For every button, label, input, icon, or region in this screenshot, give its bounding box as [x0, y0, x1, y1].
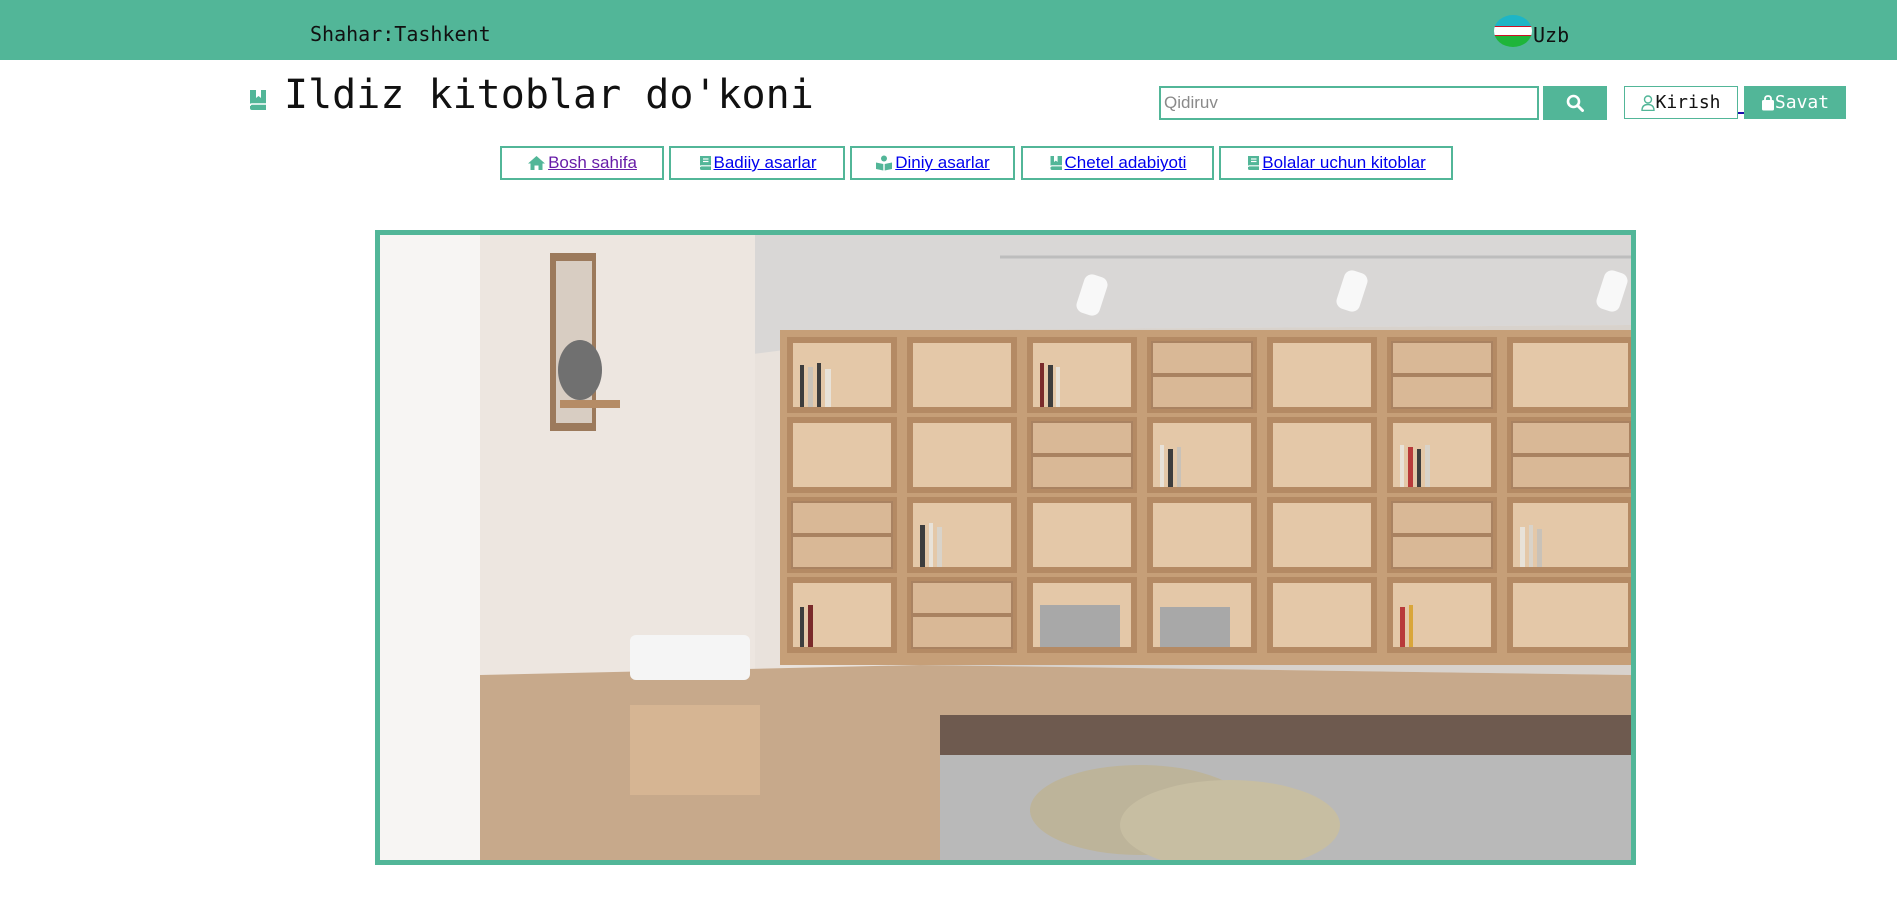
login-button[interactable]: Kirish [1624, 86, 1738, 119]
nav-home-label: Bosh sahifa [548, 153, 637, 172]
hero-image-frame [375, 230, 1636, 865]
search-button[interactable] [1543, 86, 1607, 120]
nav-religious[interactable]: Diniy asarlar [850, 146, 1015, 180]
user-icon [1641, 94, 1656, 111]
shopping-bag-icon [1761, 94, 1774, 110]
site-title: Ildiz kitoblar do'koni [284, 72, 814, 118]
nav-foreign-literature[interactable]: Chetel adabiyoti [1021, 146, 1214, 180]
city-label: Shahar:Tashkent [310, 22, 491, 46]
language-selector[interactable]: Uzb [1494, 11, 1569, 47]
cart-label: Savat [1774, 92, 1830, 113]
language-label: Uzb [1533, 23, 1570, 47]
top-bar: Shahar:Tashkent Uzb [0, 0, 1897, 60]
uzbekistan-flag-icon [1494, 15, 1532, 47]
nav-fiction-label: Badiiy asarlar [713, 153, 817, 172]
book-reader-icon [876, 155, 893, 171]
search-icon [1566, 94, 1584, 112]
home-icon [528, 156, 546, 170]
nav-children-books[interactable]: Bolalar uchun kitoblar [1219, 146, 1453, 180]
nav-religious-label: Diniy asarlar [895, 153, 990, 172]
nav-home[interactable]: Bosh sahifa [500, 146, 664, 180]
book-icon [1247, 156, 1260, 170]
book-bookmark-icon [1049, 156, 1062, 170]
book-bookmark-icon [249, 90, 266, 110]
cart-button[interactable]: Savat [1744, 86, 1846, 119]
nav-foreign-literature-label: Chetel adabiyoti [1064, 153, 1187, 172]
bookshelf-interior-photo [380, 235, 1631, 860]
nav-fiction[interactable]: Badiiy asarlar [669, 146, 845, 180]
search-input[interactable] [1159, 86, 1539, 120]
nav-children-books-label: Bolalar uchun kitoblar [1262, 153, 1426, 172]
book-icon [698, 156, 711, 170]
login-label: Kirish [1655, 92, 1721, 113]
